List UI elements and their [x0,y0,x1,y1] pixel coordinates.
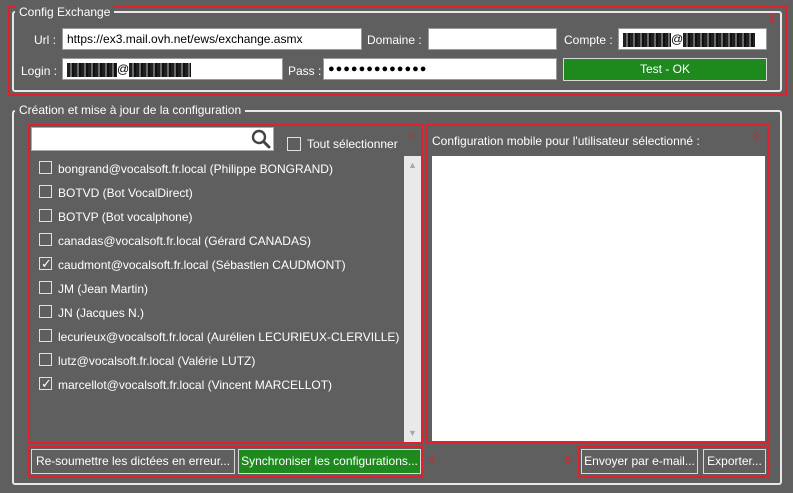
compte-redacted-domain [683,32,756,47]
login-value: @ [117,62,130,76]
region-number-2: 2 [408,131,415,143]
user-list-item[interactable]: BOTVD (Bot VocalDirect) [39,183,193,201]
user-checkbox[interactable] [39,209,52,223]
login-redacted [67,62,117,77]
resubmit-failed-dictations-button[interactable]: Re-soumettre les dictées en erreur... [31,449,235,474]
user-checkbox[interactable] [39,353,52,367]
user-label: BOTVD (Bot VocalDirect) [58,185,193,200]
user-label: canadas@vocalsoft.fr.local (Gérard CANAD… [58,233,311,248]
chevron-down-icon[interactable]: ▼ [404,427,421,439]
user-list-item[interactable]: JM (Jean Martin) [39,279,148,297]
region-number-5: 5 [565,454,572,466]
region-number-3: 3 [753,131,760,143]
user-checkbox[interactable] [39,185,52,199]
user-list-item[interactable]: marcellot@vocalsoft.fr.local (Vincent MA… [39,375,332,393]
user-list-item[interactable]: bongrand@vocalsoft.fr.local (Philippe BO… [39,159,333,177]
user-label: BOTVP (Bot vocalphone) [58,209,193,224]
user-list-item[interactable]: lutz@vocalsoft.fr.local (Valérie LUTZ) [39,351,255,369]
pass-input[interactable]: ●●●●●●●●●●●●● [323,58,557,80]
user-label: marcellot@vocalsoft.fr.local (Vincent MA… [58,377,333,392]
user-list-item[interactable]: JN (Jacques N.) [39,303,144,321]
mobile-config-label: Configuration mobile pour l'utilisateur … [432,134,700,148]
user-checkbox[interactable] [39,305,52,319]
user-list-item[interactable]: canadas@vocalsoft.fr.local (Gérard CANAD… [39,231,311,249]
user-checkbox[interactable] [39,233,52,247]
pass-label: Pass : [288,64,322,78]
config-exchange-legend: Config Exchange [15,5,115,19]
domaine-label: Domaine : [367,33,422,47]
user-checkbox[interactable] [39,281,52,295]
user-label: JN (Jacques N.) [58,305,145,320]
sync-configurations-button[interactable]: Synchroniser les configurations... [238,449,421,474]
user-checkbox[interactable] [39,375,52,393]
user-label: bongrand@vocalsoft.fr.local (Philippe BO… [58,161,333,176]
login-redacted-domain [129,62,192,77]
search-icon[interactable] [251,129,271,149]
user-checkbox[interactable] [39,255,52,273]
mobile-config-textarea[interactable] [432,156,765,441]
user-list-scrollbar[interactable]: ▲ ▼ [404,156,421,442]
region-number-1: 1 [769,12,776,24]
user-label: caudmont@vocalsoft.fr.local (Sébastien C… [58,257,346,272]
user-checkbox[interactable] [39,329,52,343]
login-label: Login : [21,64,58,78]
compte-label: Compte : [564,33,613,47]
select-all-checkbox[interactable]: Tout sélectionner [287,136,398,152]
user-label: JM (Jean Martin) [58,281,149,296]
user-label: lutz@vocalsoft.fr.local (Valérie LUTZ) [58,353,256,368]
creation-legend: Création et mise à jour de la configurat… [15,103,246,117]
select-all-label: Tout sélectionner [307,137,398,151]
user-list: bongrand@vocalsoft.fr.local (Philippe BO… [31,156,404,442]
user-list-item[interactable]: BOTVP (Bot vocalphone) [39,207,193,225]
test-connection-button[interactable]: Test - OK [563,58,767,81]
compte-input[interactable]: @ [618,28,767,50]
compte-redacted [623,32,671,47]
region-number-4: 4 [429,454,436,466]
user-checkbox[interactable] [39,161,52,175]
login-input[interactable]: @ [62,58,283,80]
user-label: lecurieux@vocalsoft.fr.local (Aurélien L… [58,329,400,344]
send-by-email-button[interactable]: Envoyer par e-mail... [581,449,698,474]
compte-value: @ [671,32,684,46]
user-list-item[interactable]: lecurieux@vocalsoft.fr.local (Aurélien L… [39,327,399,345]
select-all-box[interactable] [287,136,301,151]
url-input[interactable]: https://ex3.mail.ovh.net/ews/exchange.as… [62,28,362,50]
domaine-input[interactable] [428,28,557,50]
url-label: Url : [34,33,56,47]
export-button[interactable]: Exporter... [703,449,766,474]
chevron-up-icon[interactable]: ▲ [404,159,421,171]
user-search-input[interactable] [31,127,274,151]
user-list-item[interactable]: caudmont@vocalsoft.fr.local (Sébastien C… [39,255,346,273]
